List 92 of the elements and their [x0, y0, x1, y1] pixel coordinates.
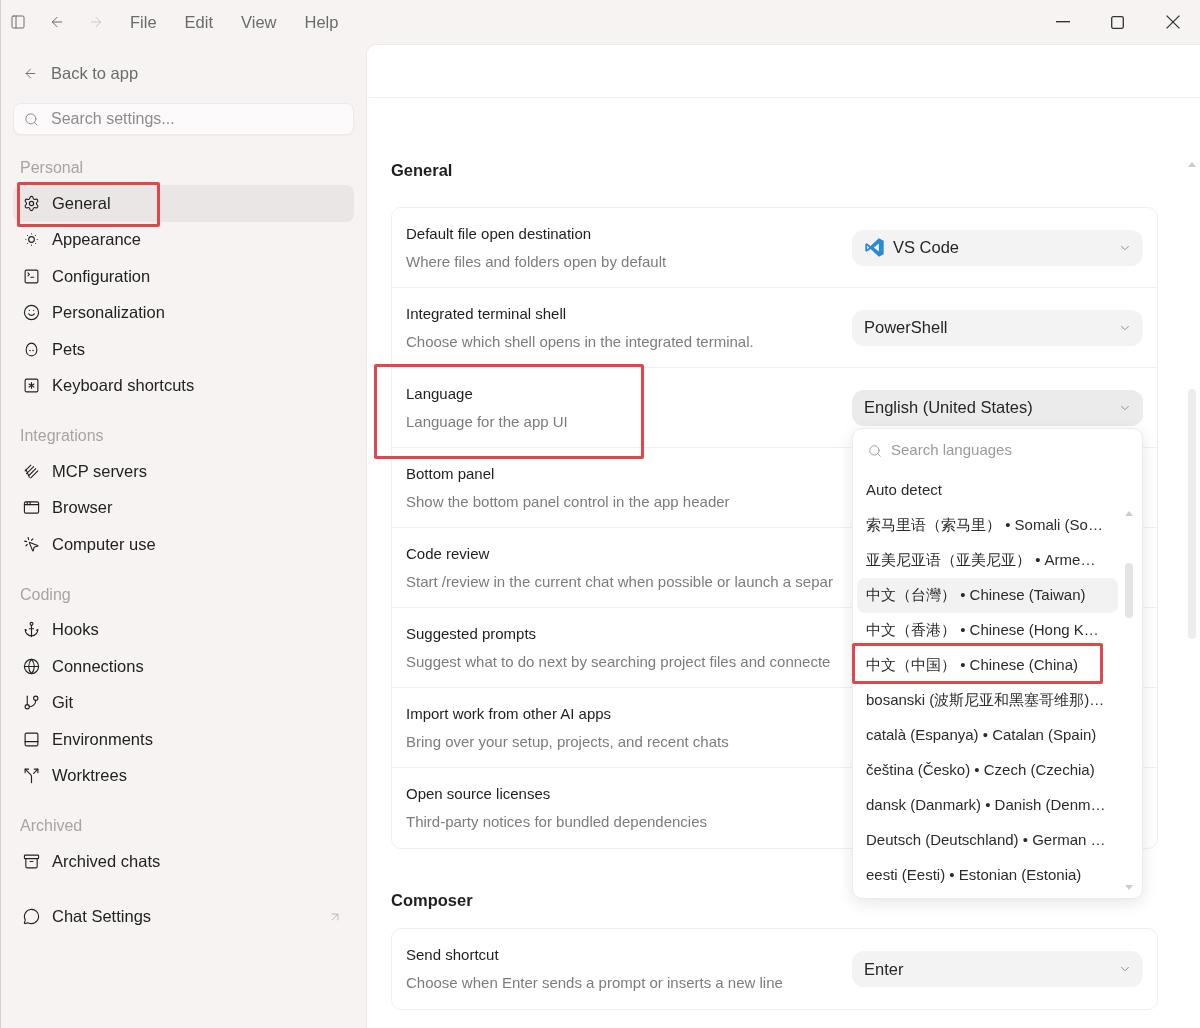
arrow-right-icon [88, 14, 104, 30]
dropdown-option[interactable]: dansk (Danmark) • Danish (Denm… [857, 787, 1118, 823]
sidebar-item[interactable]: Keyboard shortcuts [13, 367, 354, 404]
dropdown-option[interactable]: Deutsch (Deutschland) • German … [857, 822, 1118, 858]
menu-item[interactable]: Edit [170, 6, 228, 38]
gear-icon [23, 194, 40, 212]
archive-icon [23, 852, 40, 870]
setting-description: Choose which shell opens in the integrated terminal. [406, 331, 754, 352]
scrollbar-thumb[interactable] [1124, 562, 1133, 618]
sidebar-item[interactable]: Worktrees [13, 757, 354, 794]
section-heading: Archived [19, 816, 84, 836]
dropdown-select[interactable]: VS Code [852, 229, 1143, 266]
maximize-icon [1111, 15, 1124, 29]
dropdown-option[interactable]: 中文（中国） • Chinese (China) [857, 647, 1118, 683]
dropdown-option[interactable]: 中文（台灣） • Chinese (Taiwan) [857, 577, 1118, 613]
setting-title: Send shortcut [406, 945, 499, 965]
panel-icon [23, 730, 40, 748]
setting-title: Code review [406, 543, 490, 564]
dropdown-option[interactable]: 索马里语（索马里） • Somali (So… [857, 507, 1118, 543]
sidebar-item[interactable]: Browser [13, 489, 354, 526]
setting-title: Integrated terminal shell [406, 303, 567, 324]
search-icon [868, 443, 882, 458]
editor-logo-icon [864, 237, 885, 258]
diagonal-lines-icon [23, 462, 40, 480]
arrow-left-icon [23, 65, 38, 81]
dropdown-select[interactable]: Enter [852, 951, 1143, 987]
sidebar-item[interactable]: Archived chats [13, 843, 354, 880]
setting-description: Show the bottom panel control in the app header [406, 491, 730, 512]
dropdown-option[interactable]: Auto detect [857, 472, 1118, 508]
search-icon [24, 111, 39, 127]
dropdown-option[interactable]: 中文（香港） • Chinese (Hong K… [857, 612, 1118, 648]
setting-description: Start /review in the current chat when possible or launch a separ [406, 571, 833, 592]
sidebar-item[interactable]: MCP servers [13, 453, 354, 490]
menu-item[interactable]: File [116, 6, 171, 38]
sun-icon [23, 231, 40, 249]
setting-description: Choose when Enter sends a prompt or inserts a new line [406, 973, 783, 993]
creature-face-icon [23, 340, 40, 358]
sidebar-item[interactable]: Personalization [13, 294, 354, 331]
back-link[interactable]: Back to app [13, 55, 139, 91]
asterisk-square-icon [23, 377, 40, 395]
setting-title: Default file open destination [406, 223, 592, 244]
dropdown-option[interactable]: eesti (Eesti) • Estonian (Estonia) [857, 857, 1118, 893]
section-heading: Coding [19, 584, 72, 605]
section-title: Composer [391, 889, 473, 911]
sidebar-item[interactable]: Hooks [13, 611, 354, 648]
sidebar-item[interactable]: Chat Settings [13, 898, 354, 935]
setting-title: Language [406, 383, 473, 404]
chat-bubble-icon [23, 908, 40, 926]
setting-title: Bottom panel [406, 463, 495, 484]
browser-window-icon [23, 499, 40, 517]
section-heading: Personal [19, 158, 85, 178]
sidebar-item[interactable]: Git [13, 684, 354, 721]
setting-description: Third-party notices for bundled dependencies [406, 812, 708, 832]
menu-item[interactable]: Help [290, 6, 353, 38]
scroll-down-icon[interactable] [1124, 884, 1133, 890]
dropdown-option[interactable]: čeština (Česko) • Czech (Czechia) [857, 752, 1118, 788]
branch-icon [23, 694, 40, 712]
sidebar-item[interactable]: General [13, 185, 354, 222]
setting-title: Import work from other AI apps [406, 703, 612, 724]
globe-icon [23, 657, 40, 675]
sidebar-item[interactable]: Computer use [13, 526, 354, 563]
terminal-icon [23, 267, 40, 285]
scroll-up-icon[interactable] [1188, 162, 1196, 167]
sidebar-item[interactable]: Appearance [13, 221, 354, 258]
setting-description: Bring over your setup, projects, and recent chats [406, 731, 729, 752]
setting-description: Language for the app UI [406, 411, 568, 432]
dropdown-select[interactable]: English (United States) [852, 389, 1143, 426]
search-field[interactable]: Search settings... [13, 103, 354, 135]
setting-title: Suggested prompts [406, 623, 537, 644]
menu-item[interactable]: View [227, 6, 291, 38]
close-icon [1165, 15, 1180, 29]
section-heading: Integrations [19, 426, 105, 446]
sidebar-item[interactable]: Pets [13, 331, 354, 368]
split-arrow-icon [23, 767, 40, 785]
minimize-icon [1055, 21, 1070, 23]
dropdown-option[interactable]: bosanski (波斯尼亚和黑塞哥维那)… [857, 682, 1118, 718]
setting-description: Where files and folders open by default [406, 251, 667, 272]
setting-description: Suggest what to do next by searching project files and connecte [406, 651, 831, 672]
sidebar-item[interactable]: Connections [13, 648, 354, 685]
dropdown-option[interactable]: 亚美尼亚语（亚美尼亚） • Arme… [857, 542, 1118, 578]
scroll-up-icon[interactable] [1124, 510, 1133, 516]
dropdown-option[interactable]: català (Espanya) • Catalan (Spain) [857, 717, 1118, 753]
dropdown-select[interactable]: PowerShell [852, 309, 1143, 346]
setting-title: Open source licenses [406, 784, 551, 804]
sidebar-toggle-icon [10, 14, 26, 30]
sidebar-item[interactable]: Configuration [13, 258, 354, 295]
anchor-icon [23, 621, 40, 639]
pointer-click-icon [23, 535, 40, 553]
search-field[interactable]: Search languages [891, 439, 1111, 462]
section-title: General [391, 159, 453, 181]
sidebar-item[interactable]: Environments [13, 721, 354, 758]
smile-icon [23, 304, 40, 322]
